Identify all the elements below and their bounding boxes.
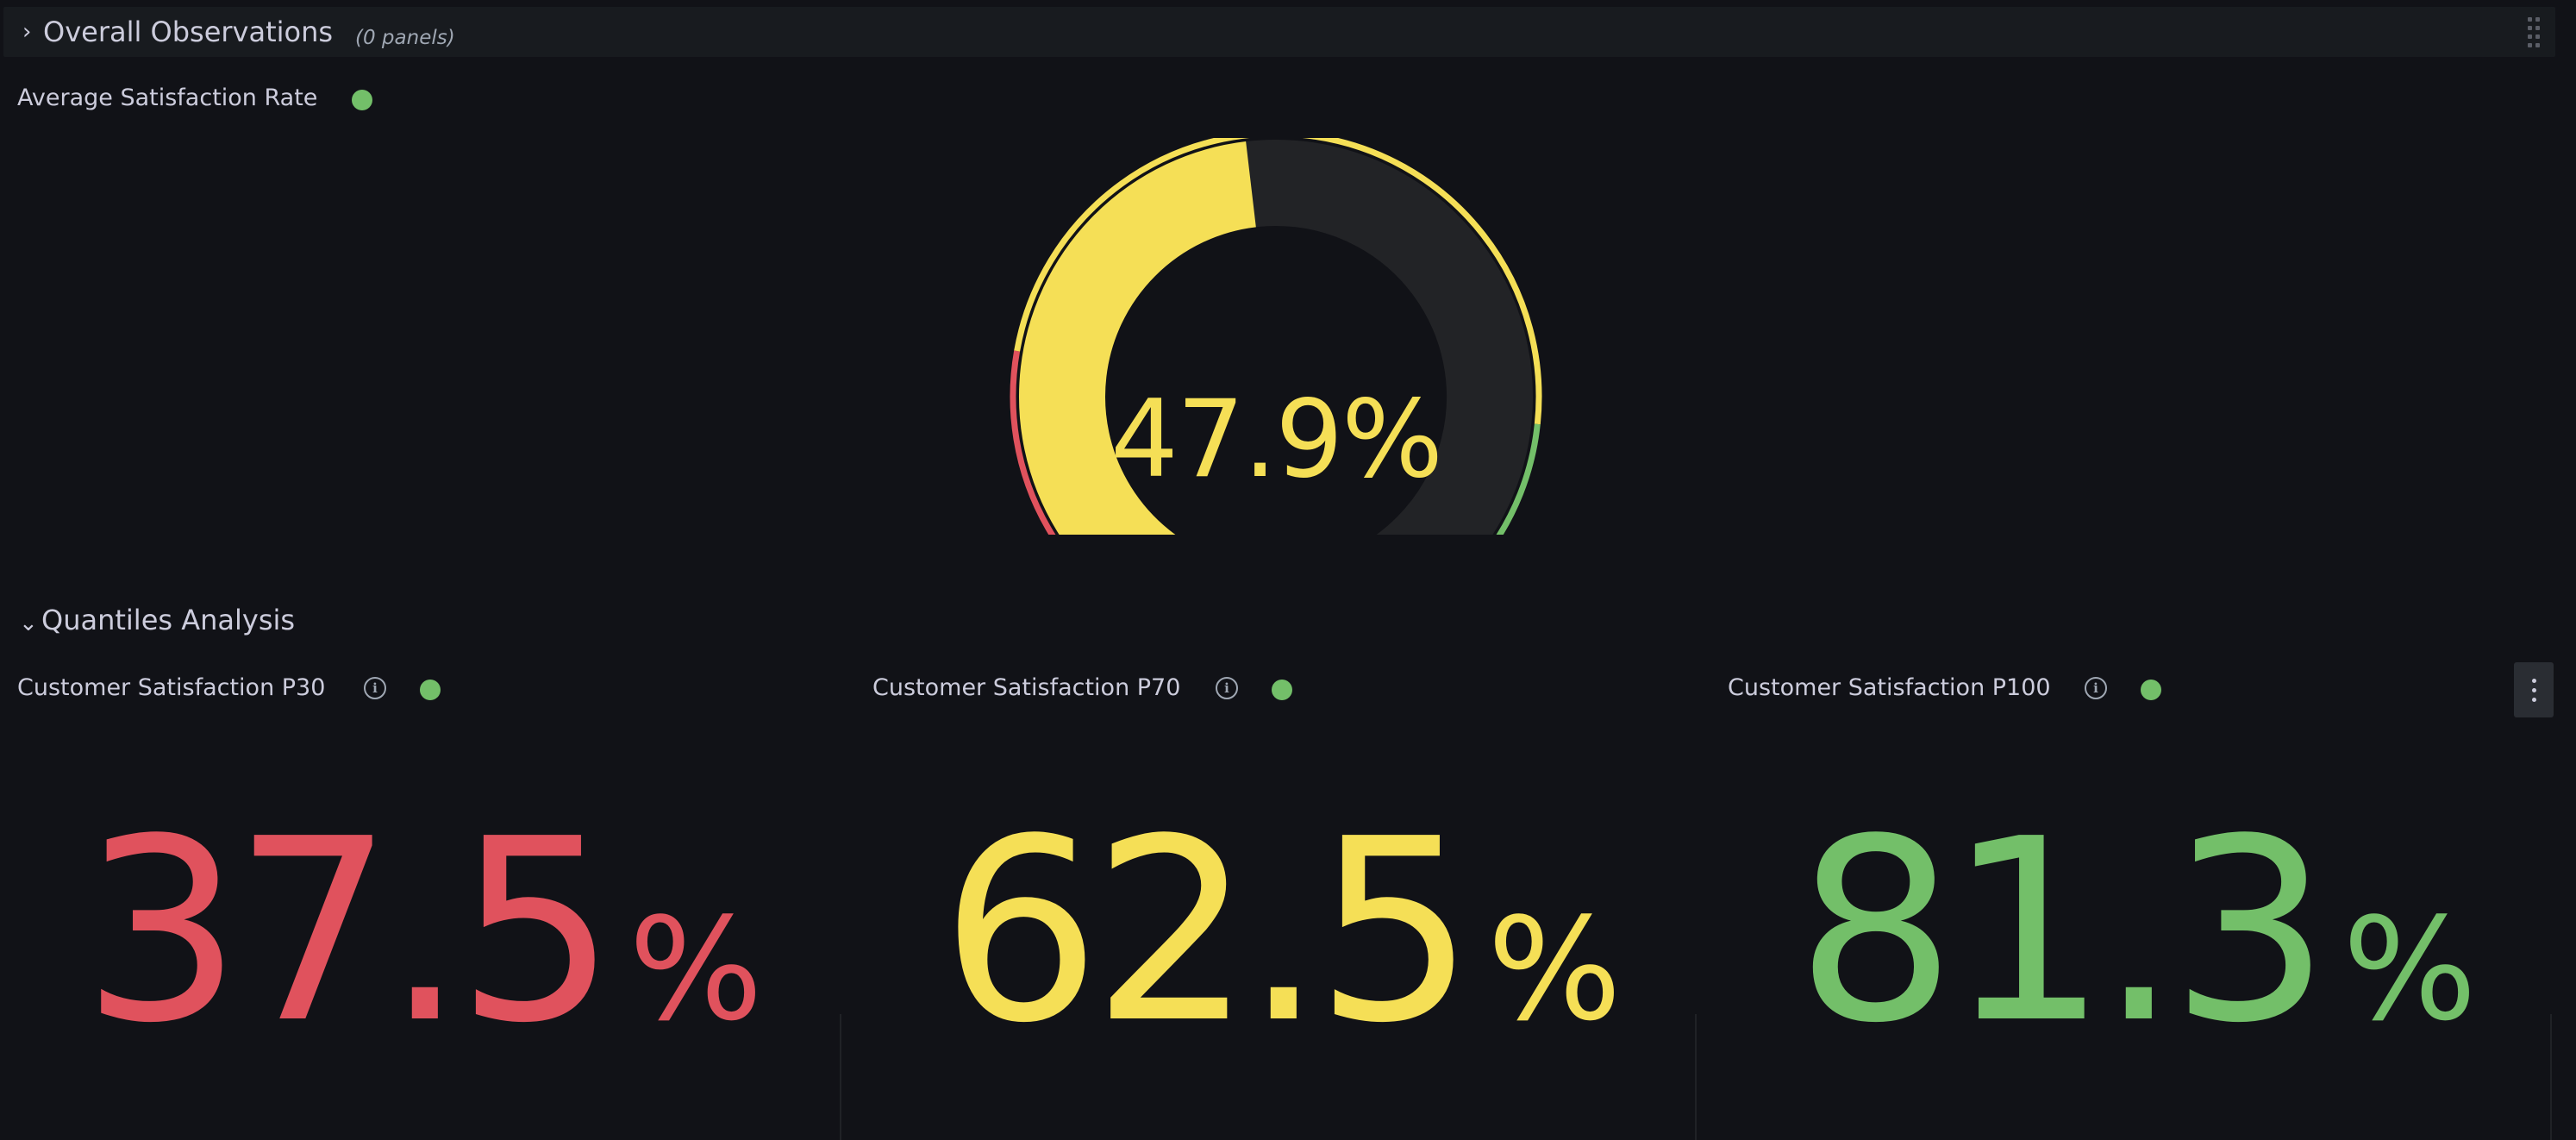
stat-value-p30: 37.5%: [0, 805, 845, 1135]
stat-panel-title-p70: Customer Satisfaction P70: [872, 674, 1181, 701]
row-header-overall-observations[interactable]: › Overall Observations (0 panels): [3, 7, 2555, 57]
info-icon[interactable]: i: [1216, 677, 1238, 699]
status-dot-icon: [352, 90, 372, 110]
info-icon[interactable]: i: [364, 677, 386, 699]
stat-panel-title-p30: Customer Satisfaction P30: [17, 674, 326, 701]
chevron-down-icon[interactable]: ⌄: [19, 611, 38, 636]
drag-handle-icon[interactable]: [2526, 16, 2542, 50]
panel-divider: [1695, 1014, 1697, 1140]
panel-divider: [840, 1014, 841, 1140]
stat-unit: %: [2342, 887, 2477, 1052]
panel-menu-button[interactable]: [2514, 662, 2554, 717]
row-title-quantiles-analysis[interactable]: Quantiles Analysis: [41, 604, 295, 636]
chevron-right-icon[interactable]: ›: [22, 19, 31, 45]
status-dot-icon: [420, 680, 441, 700]
stat-value-p70: 62.5%: [859, 805, 1704, 1135]
panel-divider: [2550, 1014, 2552, 1140]
row-title[interactable]: Overall Observations: [43, 16, 333, 48]
stat-number: 62.5: [941, 785, 1475, 1078]
stat-number: 37.5: [82, 785, 616, 1078]
stat-panel-title-p100: Customer Satisfaction P100: [1728, 674, 2051, 701]
stat-unit: %: [1487, 887, 1622, 1052]
status-dot-icon: [1272, 680, 1292, 700]
stat-value-p100: 81.3%: [1714, 805, 2559, 1135]
status-dot-icon: [2141, 680, 2161, 700]
gauge-value: 47.9%: [1110, 378, 1443, 502]
info-icon[interactable]: i: [2085, 677, 2107, 699]
stat-unit: %: [628, 887, 763, 1052]
stat-number: 81.3: [1796, 785, 2330, 1078]
gauge-panel-title: Average Satisfaction Rate: [17, 85, 318, 111]
row-panel-count: (0 panels): [355, 27, 455, 49]
